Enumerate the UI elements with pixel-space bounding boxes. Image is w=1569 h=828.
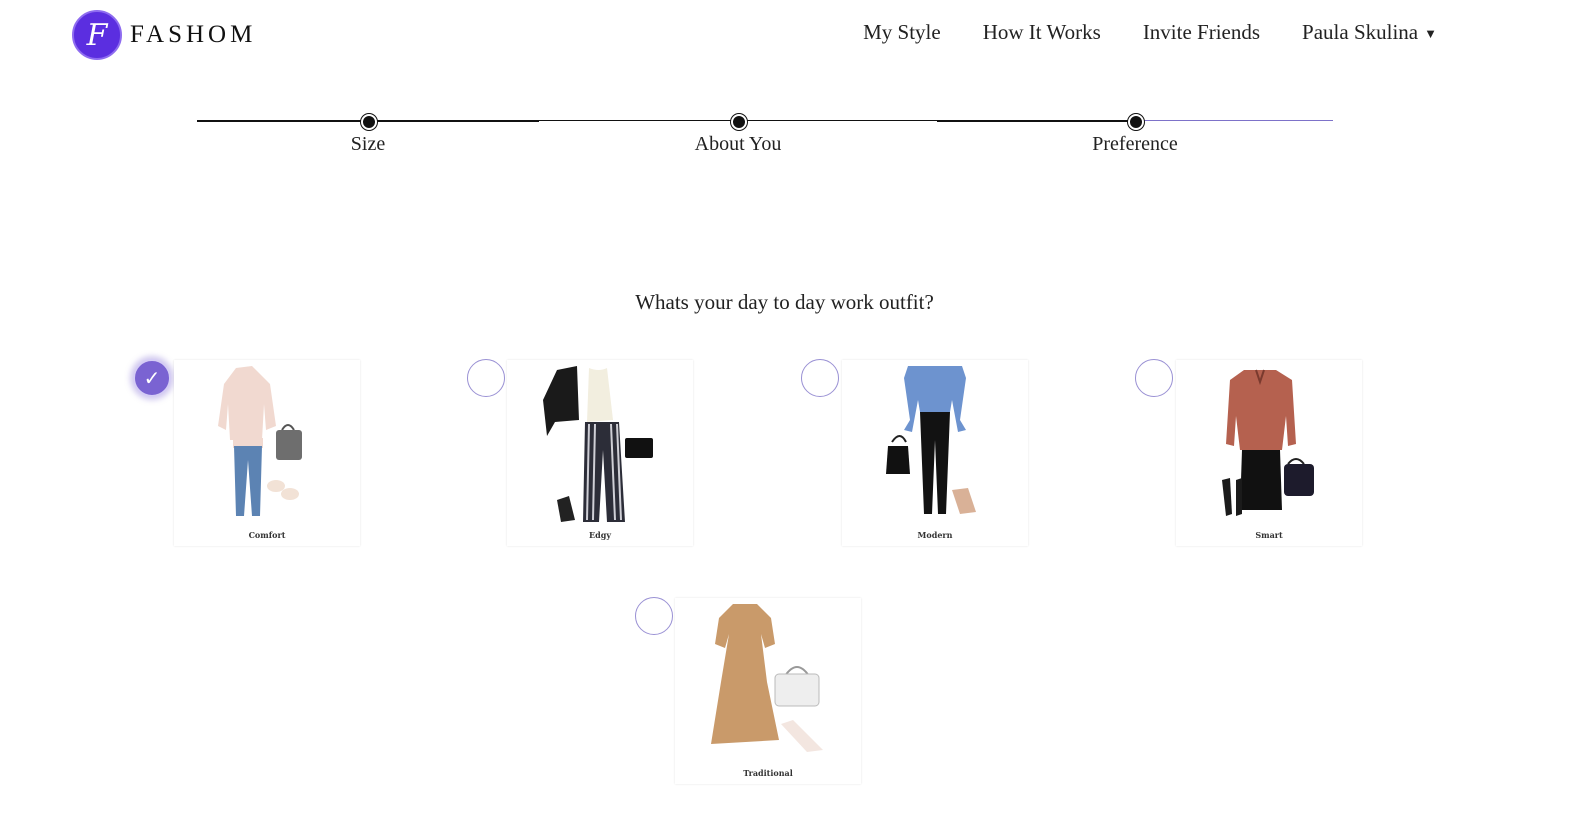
check-icon: ✓ [143,366,161,390]
outfit-card[interactable]: Edgy [507,360,693,546]
outfit-edgy-image [543,366,653,522]
outfit-card[interactable]: Smart [1176,360,1362,546]
radio-unchecked[interactable] [635,597,673,635]
option-label: Comfort [248,530,286,540]
brand-logo[interactable]: F FASHOM [72,10,256,60]
radio-unchecked[interactable] [467,359,505,397]
main-nav: My Style How It Works Invite Friends Pau… [863,20,1437,45]
outfit-card[interactable]: Traditional [675,598,861,784]
step-label: Size [350,133,386,155]
stepper-line-remaining [1135,120,1333,121]
radio-unchecked[interactable] [801,359,839,397]
user-menu[interactable]: Paula Skulina ▼ [1302,20,1437,45]
option-label: Edgy [589,530,611,540]
outfit-card[interactable]: Modern [842,360,1028,546]
step-label: Preference [1092,133,1178,155]
nav-invite-friends[interactable]: Invite Friends [1143,20,1260,45]
step-dot [1128,114,1144,130]
step-label: About You [694,133,782,155]
outfit-traditional-image [711,604,823,752]
option-label: Modern [917,530,953,540]
outfit-smart-image [1222,369,1314,516]
progress-stepper: Size About You Preference [197,114,1333,155]
outfit-comfort-image [218,366,302,516]
caret-down-icon: ▼ [1424,26,1437,42]
stepper-line [937,120,1135,122]
question-title: Whats your day to day work outfit? [635,290,934,314]
logo-mark-icon: F [72,10,122,60]
user-name: Paula Skulina [1302,20,1419,44]
nav-my-style[interactable]: My Style [863,20,941,45]
outfit-modern-image [886,366,976,514]
radio-unchecked[interactable] [1135,359,1173,397]
brand-name: FASHOM [130,21,257,48]
step-dot [361,114,377,130]
outfit-card[interactable]: Comfort [174,360,360,546]
radio-checked[interactable]: ✓ [133,359,171,397]
nav-how-it-works[interactable]: How It Works [983,20,1101,45]
step-dot [731,114,747,130]
option-label: Smart [1255,530,1283,540]
option-label: Traditional [743,768,793,778]
